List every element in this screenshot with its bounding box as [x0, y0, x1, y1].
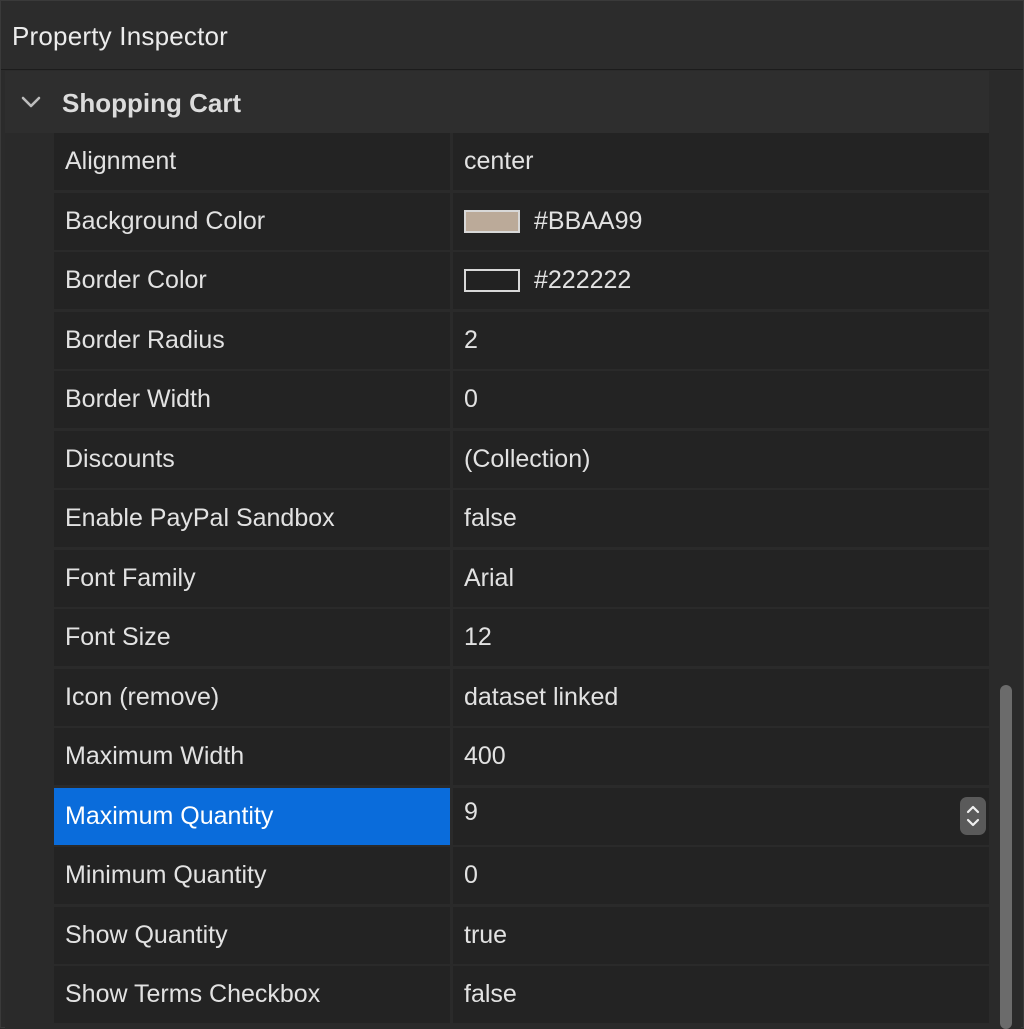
property-value-text: dataset linked: [464, 682, 619, 711]
property-value-text: true: [464, 920, 508, 949]
property-value[interactable]: 9: [453, 787, 991, 845]
property-row[interactable]: Font Size 12: [54, 609, 991, 666]
property-inspector-panel: Property Inspector Shopping Cart Alignme…: [0, 0, 1024, 1029]
quantity-input[interactable]: 9: [464, 798, 478, 827]
property-value[interactable]: 400: [453, 728, 991, 785]
property-name[interactable]: Border Radius: [54, 311, 450, 369]
scrollbar-thumb[interactable]: [1000, 685, 1012, 1029]
property-row[interactable]: Border Width 0: [54, 371, 991, 428]
property-name[interactable]: Border Width: [54, 371, 450, 428]
title-bar: Property Inspector: [1, 1, 1023, 70]
property-value[interactable]: center: [453, 133, 991, 190]
property-name[interactable]: Minimum Quantity: [54, 847, 450, 904]
property-value[interactable]: 0: [453, 847, 991, 904]
property-value-text: (Collection): [464, 444, 591, 473]
property-name[interactable]: Maximum Width: [54, 728, 450, 785]
section-title: Shopping Cart: [62, 88, 242, 118]
property-value[interactable]: #222222: [453, 252, 991, 309]
panel-title: Property Inspector: [12, 21, 229, 51]
property-value[interactable]: 12: [453, 609, 991, 666]
property-value-text: 400: [464, 742, 506, 770]
property-name[interactable]: Font Size: [54, 609, 450, 666]
property-value[interactable]: false: [453, 966, 991, 1023]
inspector-content: Shopping Cart Alignment center Background …: [5, 71, 1021, 1029]
property-row[interactable]: Minimum Quantity 0: [54, 847, 991, 904]
property-grid: Alignment center Background Color #BBAA99 Bo…: [54, 133, 991, 1026]
property-value-text: 0: [464, 861, 478, 889]
property-row[interactable]: Discounts (Collection): [54, 430, 991, 488]
property-value-text: center: [464, 147, 534, 175]
property-value-text: 0: [464, 385, 478, 413]
property-name[interactable]: Maximum Quantity: [54, 787, 450, 845]
property-row[interactable]: Enable PayPal Sandbox false: [54, 490, 991, 547]
property-name[interactable]: Icon (remove): [54, 668, 450, 726]
property-value-text: #BBAA99: [534, 206, 643, 235]
property-value[interactable]: (Collection): [453, 430, 991, 488]
property-row[interactable]: Background Color #BBAA99: [54, 192, 991, 250]
property-value-text: 2: [464, 325, 478, 354]
property-value[interactable]: Arial: [453, 549, 991, 607]
property-name[interactable]: Font Family: [54, 549, 450, 607]
property-row[interactable]: Alignment center: [54, 133, 991, 190]
property-value[interactable]: false: [453, 490, 991, 547]
property-value-text: #222222: [534, 266, 632, 294]
quantity-stepper[interactable]: [960, 796, 986, 835]
property-row[interactable]: Border Radius 2: [54, 311, 991, 369]
property-value[interactable]: #BBAA99: [453, 192, 991, 250]
property-name[interactable]: Discounts: [54, 430, 450, 488]
property-value-text: false: [464, 980, 517, 1008]
property-name[interactable]: Show Quantity: [54, 906, 450, 964]
property-row[interactable]: Show Quantity true: [54, 906, 991, 964]
property-value-text: false: [464, 504, 517, 532]
property-row[interactable]: Show Terms Checkbox false: [54, 966, 991, 1023]
chevron-down-icon[interactable]: [19, 90, 43, 114]
chevron-up-icon: [966, 805, 980, 813]
property-value-text: 12: [464, 623, 492, 651]
color-swatch[interactable]: [464, 269, 520, 292]
property-name[interactable]: Show Terms Checkbox: [54, 966, 450, 1023]
property-value[interactable]: dataset linked: [453, 668, 991, 726]
property-name[interactable]: Background Color: [54, 192, 450, 250]
section-header-shopping-cart[interactable]: Shopping Cart: [5, 71, 991, 133]
property-row[interactable]: Maximum Quantity 9: [54, 787, 991, 845]
property-value[interactable]: true: [453, 906, 991, 964]
property-row[interactable]: Font Family Arial: [54, 549, 991, 607]
property-name[interactable]: Border Color: [54, 252, 450, 309]
property-value[interactable]: 0: [453, 371, 991, 428]
property-name[interactable]: Alignment: [54, 133, 450, 190]
property-row[interactable]: Border Color #222222: [54, 252, 991, 309]
property-name[interactable]: Enable PayPal Sandbox: [54, 490, 450, 547]
property-row[interactable]: Maximum Width 400: [54, 728, 991, 785]
color-swatch[interactable]: [464, 209, 520, 233]
property-value[interactable]: 2: [453, 311, 991, 369]
property-value-text: Arial: [464, 563, 515, 592]
chevron-down-icon: [966, 818, 980, 826]
property-row[interactable]: Icon (remove) dataset linked: [54, 668, 991, 726]
